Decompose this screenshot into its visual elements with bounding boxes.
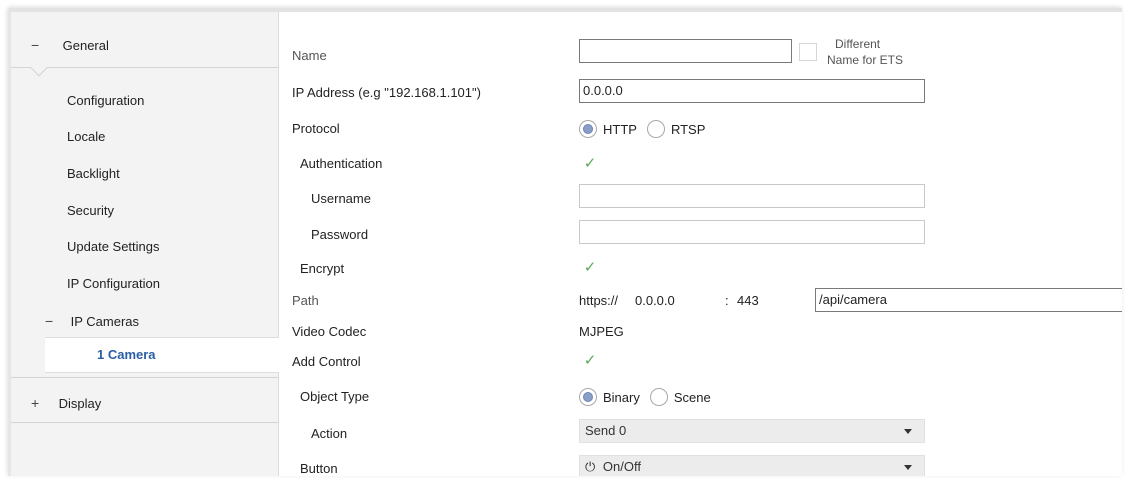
radio-binary[interactable]: [579, 388, 597, 406]
path-host: 0.0.0.0: [635, 293, 675, 308]
name-input[interactable]: [579, 39, 792, 63]
sidebar-item-configuration[interactable]: Configuration: [67, 88, 144, 114]
sidebar-item-camera-selected[interactable]: 1 Camera: [45, 337, 285, 373]
radio-rtsp-label: RTSP: [670, 121, 706, 137]
different-name-label: Different Name for ETS: [827, 37, 904, 67]
ip-address-input[interactable]: 0.0.0.0: [579, 79, 925, 103]
sidebar-item-camera-label: 1 Camera: [97, 347, 156, 362]
authentication-label: Authentication: [300, 156, 383, 171]
add-control-checkbox[interactable]: ✓: [582, 353, 598, 369]
username-input[interactable]: [579, 184, 925, 208]
protocol-radio-group: HTTP RTSP: [579, 119, 715, 139]
tree-item-general[interactable]: − General: [31, 32, 109, 58]
radio-scene[interactable]: [649, 388, 668, 406]
sidebar-item-update-settings[interactable]: Update Settings: [67, 234, 160, 260]
expand-icon[interactable]: +: [31, 390, 45, 416]
settings-window: − General Configuration Locale Backlight…: [8, 8, 1122, 476]
sidebar-item-backlight[interactable]: Backlight: [67, 161, 120, 187]
tree-item-display[interactable]: + Display: [31, 390, 101, 416]
collapse-icon[interactable]: −: [45, 308, 59, 334]
action-select-value: Send 0: [585, 423, 627, 438]
name-label: Name: [292, 48, 327, 63]
object-type-label: Object Type: [300, 389, 370, 404]
add-control-label: Add Control: [292, 354, 361, 369]
action-select[interactable]: Send 0: [579, 419, 925, 443]
encrypt-label: Encrypt: [300, 261, 345, 276]
radio-http-label: HTTP: [603, 121, 637, 137]
username-label: Username: [311, 191, 371, 206]
path-port: 443: [737, 293, 759, 308]
path-port-separator: :: [725, 293, 729, 308]
sidebar-item-security[interactable]: Security: [67, 198, 114, 224]
path-input[interactable]: /api/camera: [815, 288, 1122, 312]
video-codec-value: MJPEG: [579, 324, 624, 339]
button-label: Button: [300, 461, 338, 476]
chevron-down-icon: [904, 465, 912, 470]
tree-item-ip-cameras[interactable]: − IP Cameras: [45, 308, 139, 334]
authentication-checkbox[interactable]: ✓: [582, 156, 598, 172]
divider: [11, 422, 279, 423]
video-codec-label: Video Codec: [292, 324, 367, 339]
action-label: Action: [311, 426, 348, 441]
tree-item-general-label: General: [62, 38, 109, 53]
password-input[interactable]: [579, 220, 925, 244]
button-select[interactable]: ⏻ On/Off: [579, 455, 925, 476]
encrypt-checkbox[interactable]: ✓: [582, 260, 598, 276]
parameter-panel: Name Different Name for ETS IP Address (…: [279, 12, 1122, 476]
chevron-down-icon: [904, 429, 912, 434]
tree-item-ip-cameras-label: IP Cameras: [70, 314, 140, 329]
sidebar: − General Configuration Locale Backlight…: [11, 12, 285, 476]
different-name-checkbox[interactable]: [799, 43, 817, 61]
section-pointer: [30, 59, 48, 77]
protocol-label: Protocol: [292, 121, 340, 136]
button-select-value: On/Off: [602, 459, 641, 474]
object-type-radio-group: Binary Scene: [579, 387, 721, 407]
radio-rtsp[interactable]: [646, 120, 665, 138]
radio-http[interactable]: [579, 120, 597, 138]
divider: [11, 67, 279, 68]
sidebar-item-locale[interactable]: Locale: [67, 124, 105, 150]
radio-scene-label: Scene: [673, 389, 711, 405]
divider: [11, 377, 279, 378]
tree-item-display-label: Display: [58, 396, 102, 411]
password-label: Password: [311, 227, 369, 242]
path-label: Path: [292, 293, 319, 308]
collapse-icon[interactable]: −: [31, 32, 45, 58]
power-icon: ⏻: [585, 459, 596, 474]
sidebar-item-ip-configuration[interactable]: IP Configuration: [67, 271, 160, 297]
ip-address-label: IP Address (e.g "192.168.1.101"): [292, 85, 481, 100]
radio-binary-label: Binary: [603, 389, 640, 405]
path-prefix: https://: [579, 293, 619, 308]
